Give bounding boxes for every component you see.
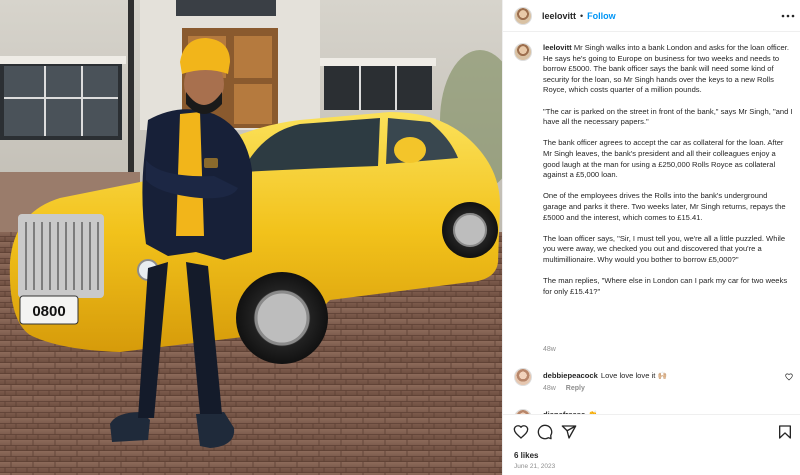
post-side-panel: leelovitt • Follow leelovitt Mr Singh wa…	[502, 0, 800, 475]
post-actions-bar: 6 likes June 21, 2023	[503, 414, 800, 475]
post-date[interactable]: June 21, 2023	[514, 463, 555, 470]
caption-paragraph-2: "The car is parked on the street in fron…	[543, 106, 793, 127]
more-horizontal-icon[interactable]	[781, 10, 795, 20]
comment-like-heart-icon[interactable]	[785, 373, 793, 381]
author-avatar[interactable]	[514, 6, 532, 25]
comment-icon[interactable]	[537, 424, 553, 440]
caption-text: leelovitt Mr Singh walks into a bank Lon…	[543, 43, 793, 308]
share-icon[interactable]	[561, 424, 577, 440]
post-header: leelovitt • Follow	[503, 0, 800, 32]
heart-icon[interactable]	[513, 424, 529, 440]
comment-body: Love love love it 🙌🏼	[600, 371, 667, 380]
post-photo[interactable]: 0800	[0, 0, 502, 475]
caption-username[interactable]: leelovitt	[543, 43, 572, 52]
like-count[interactable]: 6 likes	[514, 451, 538, 460]
follow-button[interactable]: Follow	[587, 11, 616, 21]
caption-paragraph-6: The man replies, "Where else in London c…	[543, 276, 788, 296]
caption-avatar[interactable]	[514, 43, 532, 61]
bookmark-icon[interactable]	[777, 424, 793, 440]
author-username[interactable]: leelovitt	[542, 11, 576, 21]
caption-paragraph-3: The bank officer agrees to accept the ca…	[543, 138, 784, 180]
reply-button[interactable]: Reply	[566, 385, 585, 392]
comment-meta: 48w Reply	[543, 385, 593, 392]
comment-avatar[interactable]	[514, 368, 532, 386]
comment-timestamp[interactable]: 48w	[543, 385, 556, 392]
comments-scroll-area[interactable]: leelovitt Mr Singh walks into a bank Lon…	[503, 33, 800, 414]
license-plate-text: 0800	[32, 303, 65, 320]
header-separator: •	[580, 10, 584, 21]
caption-paragraph-4: One of the employees drives the Rolls in…	[543, 191, 786, 222]
caption-paragraph-5: The loan officer says, "Sir, I must tell…	[543, 233, 786, 264]
caption-paragraph-1: Mr Singh walks into a bank London and as…	[543, 43, 789, 95]
photo-illustration: 0800	[0, 0, 502, 475]
comment-text: debbiepeacock Love love love it 🙌🏼	[543, 371, 667, 380]
caption-timestamp[interactable]: 48w	[543, 346, 556, 353]
comment-username[interactable]: debbiepeacock	[543, 371, 598, 380]
